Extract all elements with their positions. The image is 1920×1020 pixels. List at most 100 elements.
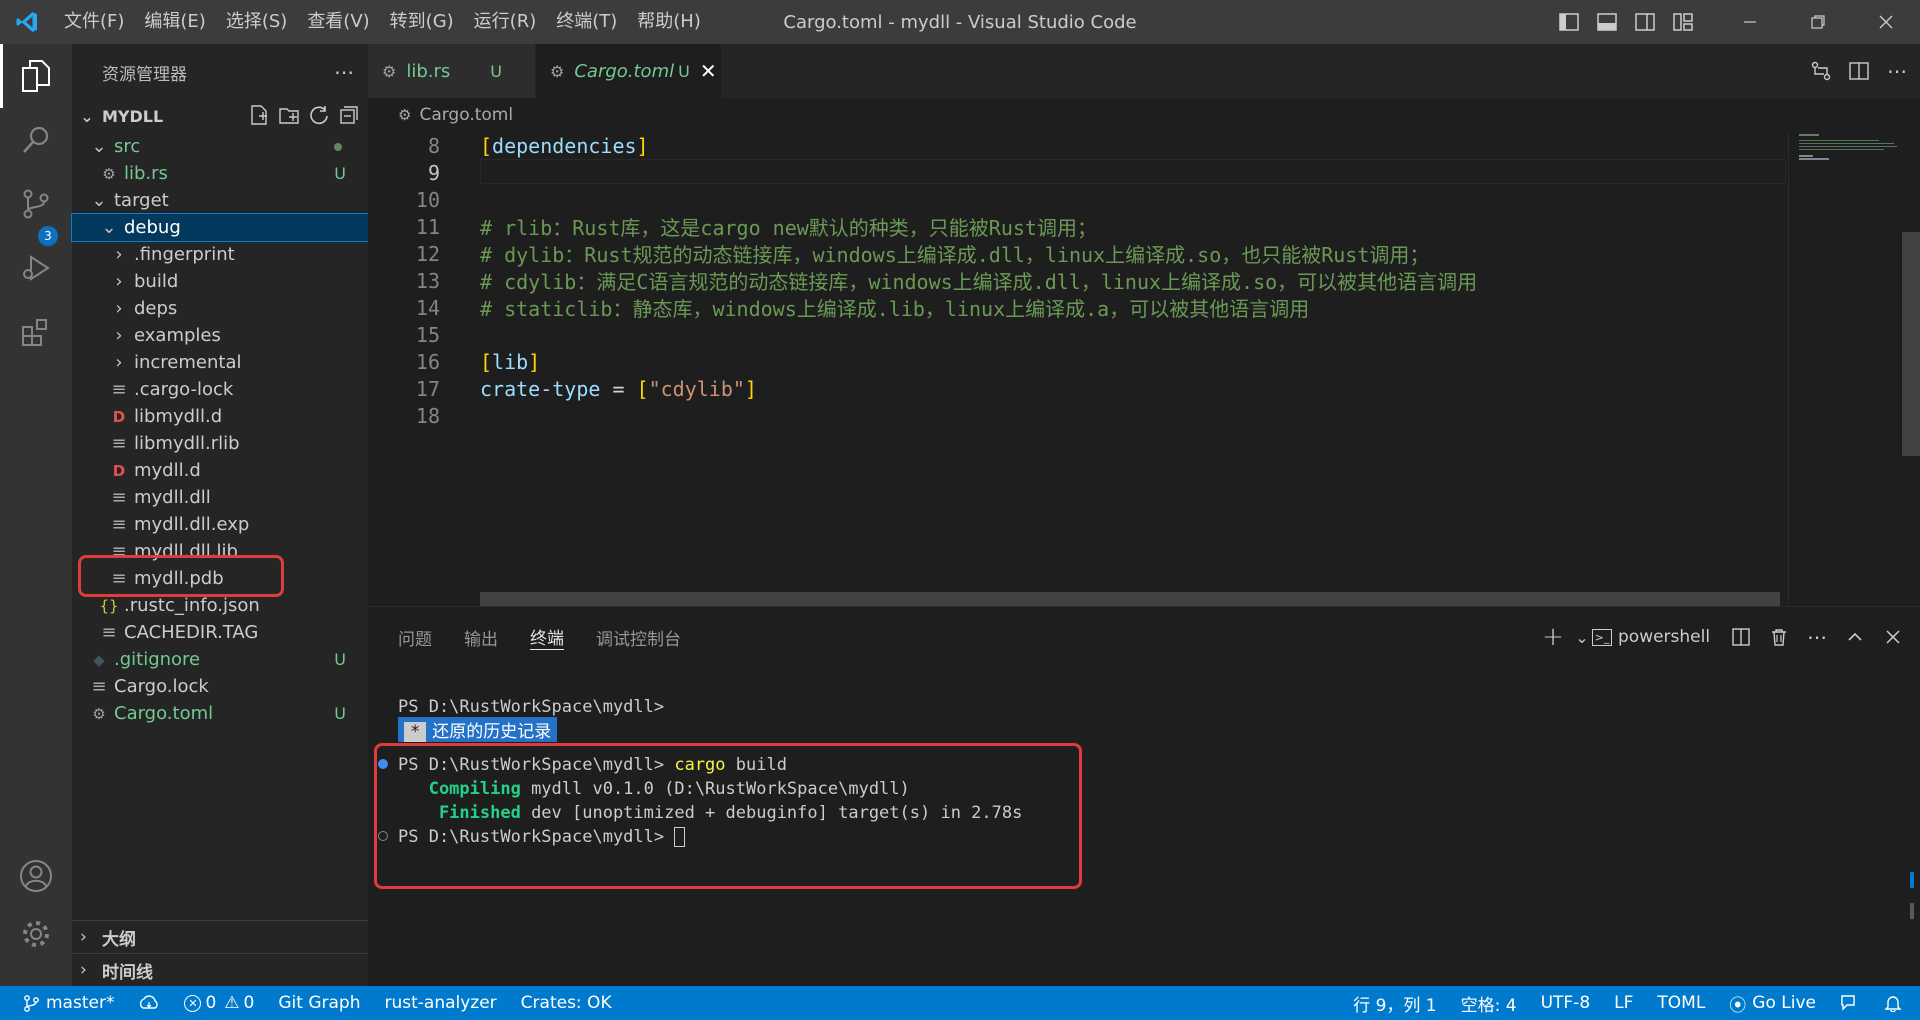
close-icon[interactable] [1852,0,1920,44]
open-changes-icon[interactable] [1802,49,1840,93]
tree-item[interactable]: ≡ mydll.dll [72,484,368,511]
split-terminal-icon[interactable] [1722,607,1760,667]
menu-item[interactable]: 帮助(H) [627,0,711,44]
split-editor-icon[interactable] [1840,49,1878,93]
tree-item-label: lib.rs [124,163,168,184]
eol-item[interactable]: LF [1602,993,1645,1013]
current-line-highlight [480,159,1786,184]
menu-item[interactable]: 运行(R) [464,0,547,44]
outline-section[interactable]: › 大纲 [72,920,368,953]
panel-tab[interactable]: 输出 [464,607,498,667]
rust-analyzer-item[interactable]: rust-analyzer [372,993,508,1013]
crates-item[interactable]: Crates: OK [509,993,624,1013]
menu-item[interactable]: 选择(S) [216,0,297,44]
code-token: # dylib：Rust规范的动态链接库，windows上编译成.dll，lin… [480,243,1430,267]
tree-item[interactable]: ≡ Cargo.lock [72,673,368,700]
menu-item[interactable]: 终端(T) [546,0,627,44]
new-folder-icon[interactable] [278,104,300,130]
code-line: 10 [368,186,1788,213]
sync-icon[interactable] [126,994,172,1012]
editor-more-icon[interactable]: ⋯ [1878,49,1916,93]
close-panel-icon[interactable] [1874,607,1912,667]
accounts-icon[interactable] [0,844,72,908]
chevron-down-icon: ⌄ [91,136,107,157]
language-item[interactable]: TOML [1645,993,1717,1013]
run-debug-icon[interactable] [0,236,72,300]
git-graph-item[interactable]: Git Graph [266,993,372,1013]
customize-layout-icon[interactable] [1664,0,1702,44]
explorer-icon[interactable] [0,44,72,108]
tree-item[interactable]: ⌄ debug [71,213,369,242]
collapse-all-icon[interactable] [338,104,360,130]
indentation-item[interactable]: 空格: 4 [1449,991,1529,1016]
go-live-item[interactable]: ⦿ Go Live [1717,991,1828,1016]
tree-item[interactable]: ◆ .gitignore U [72,646,368,673]
panel-more-icon[interactable]: ⋯ [1798,607,1836,667]
tree-item-label: src [114,136,141,157]
chevron-down-icon: ⌄ [101,217,117,238]
tree-item-label: .cargo-lock [134,379,234,400]
refresh-icon[interactable] [308,104,330,130]
tree-item[interactable]: ⌄ src [72,133,368,160]
panel-tab[interactable]: 终端 [530,624,564,650]
more-actions-icon[interactable]: ⋯ [334,60,354,84]
minimap[interactable] [1788,132,1900,606]
menu-item[interactable]: 查看(V) [297,0,379,44]
tree-item[interactable]: › .fingerprint [72,241,368,268]
tree-item[interactable]: Dmydll.d [72,457,368,484]
tab-cargo-toml[interactable]: ⚙ Cargo.toml U ✕ [536,44,722,98]
git-status-dot [334,142,342,151]
tree-item-label: .gitignore [114,649,201,670]
menu-item[interactable]: 转到(G) [380,0,464,44]
tree-item[interactable]: › examples [72,322,368,349]
tree-item[interactable]: ≡ .cargo-lock [72,376,368,403]
cursor-position-item[interactable]: 行 9，列 1 [1341,991,1448,1016]
tree-item[interactable]: ≡ CACHEDIR.TAG [72,619,368,646]
file-icon: ≡ [111,379,127,400]
maximize-panel-icon[interactable] [1836,607,1874,667]
restore-icon[interactable] [1784,0,1852,44]
file-icon: ≡ [91,676,107,697]
problems-item[interactable]: ✕ 0 ⚠ 0 [172,993,266,1013]
trash-icon[interactable] [1760,607,1798,667]
project-name: MYDLL [102,107,164,126]
timeline-section[interactable]: › 时间线 [72,953,368,986]
tab-lib-rs[interactable]: ⚙ lib.rs U [368,44,536,98]
tree-item[interactable]: ≡ mydll.dll.exp [72,511,368,538]
tree-item[interactable]: ⚙ Cargo.toml U [72,700,368,727]
menu-item[interactable]: 编辑(E) [134,0,215,44]
feedback-icon[interactable] [1828,994,1872,1012]
new-terminal-icon[interactable]: + [1534,607,1572,667]
editor-scrollbar[interactable] [1900,132,1920,606]
extensions-icon[interactable] [0,300,72,364]
terminal-selector[interactable]: >_ powershell [1592,607,1722,667]
menu-item[interactable]: 文件(F) [54,0,134,44]
horizontal-scrollbar[interactable] [480,592,1780,606]
tree-item[interactable]: Dlibmydll.d [72,403,368,430]
tree-item[interactable]: › incremental [72,349,368,376]
search-icon[interactable] [0,108,72,172]
line-number: 12 [415,241,440,266]
minimize-icon[interactable] [1716,0,1784,44]
tree-item-label: libmydll.rlib [134,433,240,454]
chevron-down-icon[interactable]: ⌄ [1572,607,1592,667]
source-control-icon[interactable] [0,172,72,236]
notifications-bell-icon[interactable] [1872,994,1920,1012]
line-number: 11 [415,214,440,239]
new-file-icon[interactable] [248,104,270,130]
toggle-secondary-sidebar-icon[interactable] [1626,0,1664,44]
project-root[interactable]: ⌄ MYDLL [72,100,368,133]
tree-item[interactable]: › build [72,268,368,295]
panel-tab[interactable]: 调试控制台 [596,607,681,667]
tree-item[interactable]: ≡ libmydll.rlib [72,430,368,457]
tree-item[interactable]: ⌄ target [72,187,368,214]
tab-close-icon[interactable]: ✕ [700,59,717,83]
manage-gear-icon[interactable] [0,902,72,966]
encoding-item[interactable]: UTF-8 [1529,993,1603,1013]
panel-tab[interactable]: 问题 [398,607,432,667]
tree-item[interactable]: ⚙ lib.rs U [72,160,368,187]
toggle-primary-sidebar-icon[interactable] [1550,0,1588,44]
tree-item[interactable]: › deps [72,295,368,322]
toggle-panel-icon[interactable] [1588,0,1626,44]
branch-item[interactable]: master* [0,993,126,1013]
